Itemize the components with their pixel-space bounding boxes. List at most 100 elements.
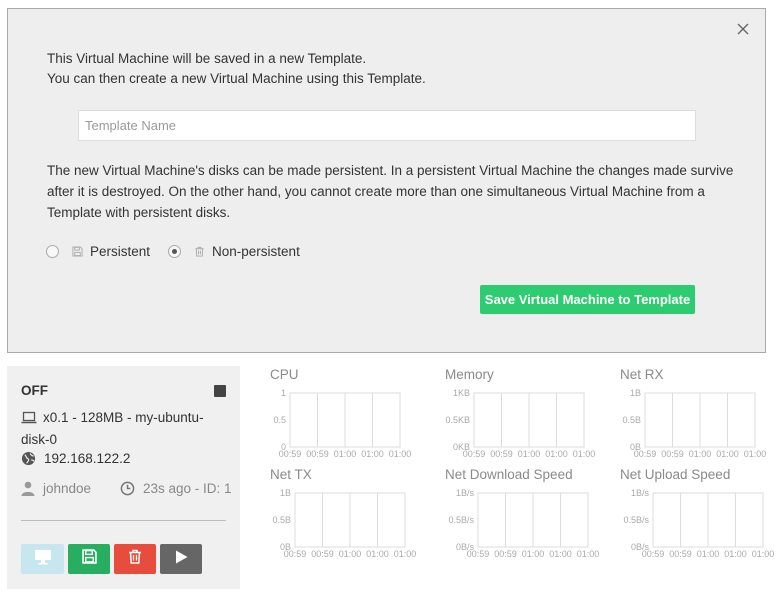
non-persistent-label: Non-persistent: [212, 243, 300, 259]
memory-x-tick: 01:00: [518, 449, 541, 459]
persistent-radio[interactable]: [46, 244, 59, 258]
net-tx-chart: 1B0.5B0B00:59 00:59 01:00 01:00 01:00: [272, 488, 417, 559]
net-rx-x-tick: 01:00: [689, 449, 712, 459]
cpu-y-tick: 0.5: [273, 415, 286, 425]
net-download-y-tick: 1B/s: [456, 488, 475, 498]
net-download-chart-title: Net Download Speed: [445, 467, 573, 482]
net-tx-x-tick: 01:00: [339, 549, 362, 559]
net-rx-chart-grid: [644, 392, 756, 448]
net-download-x-tick: 00:59: [494, 549, 517, 559]
memory-x-tick: 00:59: [490, 449, 513, 459]
net-upload-y-tick: 1B/s: [631, 488, 650, 498]
memory-chart: 1KB0.5KB0KB00:59 00:59 01:00 01:00 01:00: [445, 388, 596, 459]
cpu-chart-grid: [289, 392, 401, 448]
stop-icon[interactable]: [214, 385, 226, 397]
net-rx-chart-title: Net RX: [620, 367, 664, 382]
net-upload-chart-title: Net Upload Speed: [620, 467, 731, 482]
persistence-description: The new Virtual Machine's disks can be m…: [47, 163, 734, 220]
net-download-x-tick: 01:00: [577, 549, 600, 559]
memory-x-tick: 00:59: [463, 449, 486, 459]
vm-time-text: 23s ago - ID: 1: [143, 481, 232, 496]
trash-icon: [194, 246, 205, 257]
dialog-intro: This Virtual Machine will be saved in a …: [47, 49, 426, 89]
delete-button[interactable]: [114, 544, 156, 574]
cpu-chart-title: CPU: [270, 367, 299, 382]
non-persistent-radio[interactable]: [168, 244, 182, 258]
close-icon[interactable]: [735, 21, 751, 37]
trash-icon: [128, 549, 142, 569]
floppy-disk-icon: [81, 549, 97, 569]
globe-icon: [21, 451, 36, 469]
net-tx-x-tick: 01:00: [366, 549, 389, 559]
cpu-x-tick: 01:00: [334, 449, 357, 459]
divider: [21, 520, 226, 521]
persistence-options: Persistent Non-persistent: [46, 241, 300, 261]
save-template-dialog: This Virtual Machine will be saved in a …: [7, 8, 766, 353]
net-rx-x-tick: 00:59: [661, 449, 684, 459]
user-icon: [21, 481, 35, 499]
net-tx-y-tick: 1B: [280, 488, 291, 498]
net-rx-y-tick: 1B: [630, 388, 641, 398]
net-upload-chart: 1B/s0.5B/s0B/s00:59 00:59 01:00 01:00 01:00: [623, 488, 775, 559]
intro-line-2: You can then create a new Virtual Machin…: [47, 71, 426, 86]
cpu-x-tick: 00:59: [306, 449, 329, 459]
net-upload-x-tick: 01:00: [724, 549, 747, 559]
vm-state: OFF: [21, 383, 48, 398]
net-tx-chart-title: Net TX: [270, 467, 312, 482]
save-template-button[interactable]: [68, 544, 110, 574]
vm-time: 23s ago - ID: 1: [120, 481, 232, 499]
cpu-x-tick: 01:00: [361, 449, 384, 459]
net-upload-x-tick: 01:00: [752, 549, 775, 559]
net-upload-y-tick: 0.5B/s: [623, 515, 649, 525]
persistent-label: Persistent: [90, 243, 151, 259]
vm-ip-text: 192.168.122.2: [44, 451, 131, 466]
net-download-x-tick: 01:00: [549, 549, 572, 559]
net-rx-y-tick: 0.5B: [622, 415, 641, 425]
memory-x-tick: 01:00: [545, 449, 568, 459]
memory-y-tick: 1KB: [453, 388, 470, 398]
net-upload-x-tick: 00:59: [642, 549, 665, 559]
net-tx-x-tick: 00:59: [311, 549, 334, 559]
net-download-chart: 1B/s0.5B/s0B/s00:59 00:59 01:00 01:00 01:00: [448, 488, 600, 559]
net-download-chart-grid: [477, 492, 589, 548]
net-tx-y-tick: 0.5B: [272, 515, 291, 525]
floppy-disk-icon: [72, 245, 83, 257]
net-download-x-tick: 01:00: [522, 549, 545, 559]
clock-icon: [120, 481, 135, 499]
net-rx-x-tick: 01:00: [716, 449, 739, 459]
cpu-y-tick: 1: [281, 388, 286, 398]
cpu-x-tick: 00:59: [279, 449, 302, 459]
net-rx-x-tick: 01:00: [744, 449, 767, 459]
net-download-y-tick: 0.5B/s: [448, 515, 474, 525]
template-name-input[interactable]: [78, 110, 696, 141]
laptop-icon: [21, 410, 37, 430]
intro-line-1: This Virtual Machine will be saved in a …: [47, 51, 367, 66]
save-vm-to-template-button[interactable]: Save Virtual Machine to Template: [480, 285, 695, 314]
net-rx-x-tick: 00:59: [634, 449, 657, 459]
net-rx-chart: 1B0.5B0B00:59 00:59 01:00 01:00 01:00: [622, 388, 767, 459]
cpu-chart: 10.5000:59 00:59 01:00 01:00 01:00: [273, 388, 412, 459]
net-tx-x-tick: 01:00: [394, 549, 417, 559]
memory-chart-title: Memory: [445, 367, 494, 382]
memory-x-tick: 01:00: [573, 449, 596, 459]
persistent-option[interactable]: Persistent: [46, 244, 150, 259]
memory-y-tick: 0.5KB: [445, 415, 470, 425]
vm-owner: johndoe: [21, 481, 91, 499]
net-upload-x-tick: 00:59: [669, 549, 692, 559]
net-tx-x-tick: 00:59: [284, 549, 307, 559]
net-upload-x-tick: 01:00: [697, 549, 720, 559]
non-persistent-option[interactable]: Non-persistent: [168, 244, 300, 259]
memory-chart-grid: [473, 392, 585, 448]
vm-spec-text: x0.1 - 128MB - my-ubuntu-disk-0: [21, 410, 204, 447]
cpu-x-tick: 01:00: [389, 449, 412, 459]
net-download-x-tick: 00:59: [467, 549, 490, 559]
monitor-icon: [34, 549, 52, 570]
play-icon: [175, 550, 188, 569]
vm-owner-text: johndoe: [43, 481, 92, 496]
vm-spec: x0.1 - 128MB - my-ubuntu-disk-0: [21, 408, 221, 450]
vm-ip: 192.168.122.2: [21, 451, 130, 469]
play-button[interactable]: [160, 544, 202, 574]
vm-card: OFF x0.1 - 128MB - my-ubuntu-disk-0 192.…: [7, 366, 240, 589]
net-upload-chart-grid: [652, 492, 764, 548]
vnc-button[interactable]: [21, 544, 64, 574]
